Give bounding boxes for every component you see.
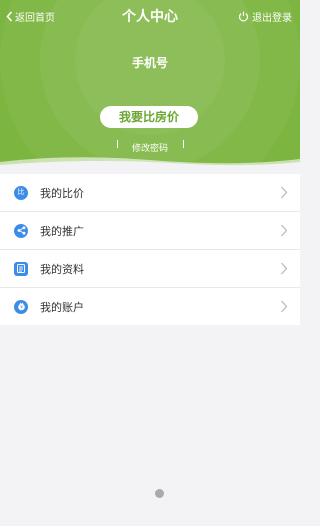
- profile-doc-icon: [14, 261, 28, 276]
- menu-item-my-promotion[interactable]: 我的推广: [0, 212, 300, 250]
- menu-item-my-account[interactable]: ¥ 我的账户: [0, 288, 300, 325]
- menu-item-label: 我的资料: [40, 262, 84, 276]
- logout-button[interactable]: 退出登录: [238, 8, 292, 24]
- back-home-label: 返回首页: [15, 12, 55, 24]
- header-wave: [0, 157, 300, 168]
- change-password-label: 修改密码: [131, 144, 168, 154]
- chevron-right-icon: [281, 262, 288, 275]
- divider: [183, 140, 184, 148]
- menu-item-my-profile[interactable]: 我的资料: [0, 250, 300, 288]
- compare-icon: 比: [14, 185, 28, 200]
- menu-item-label: 我的推广: [40, 224, 84, 238]
- menu-item-label: 我的账户: [40, 300, 84, 314]
- chevron-right-icon: [281, 186, 288, 199]
- menu-item-my-compare[interactable]: 比 我的比价: [0, 174, 300, 212]
- chevron-right-icon: [281, 224, 288, 237]
- phone-number: 手机号: [131, 56, 168, 70]
- change-password-link[interactable]: 修改密码: [0, 141, 300, 154]
- share-icon: [14, 223, 28, 238]
- logout-label: 退出登录: [252, 12, 292, 24]
- menu-list: 比 我的比价 我的推广 我的资料 ¥ 我的账户: [0, 174, 300, 325]
- chevron-right-icon: [281, 300, 288, 313]
- chevron-left-icon: [6, 10, 13, 22]
- back-home-button[interactable]: 返回首页: [6, 8, 55, 24]
- profile-header: 返回首页 个人中心 退出登录 手机号 我要比房价 修改密码: [0, 0, 300, 168]
- svg-text:¥: ¥: [20, 305, 23, 310]
- compare-price-button[interactable]: 我要比房价: [100, 106, 198, 128]
- account-icon: ¥: [14, 299, 28, 314]
- floating-dot-button[interactable]: [155, 489, 164, 498]
- menu-item-label: 我的比价: [40, 186, 84, 200]
- power-icon: [238, 11, 249, 21]
